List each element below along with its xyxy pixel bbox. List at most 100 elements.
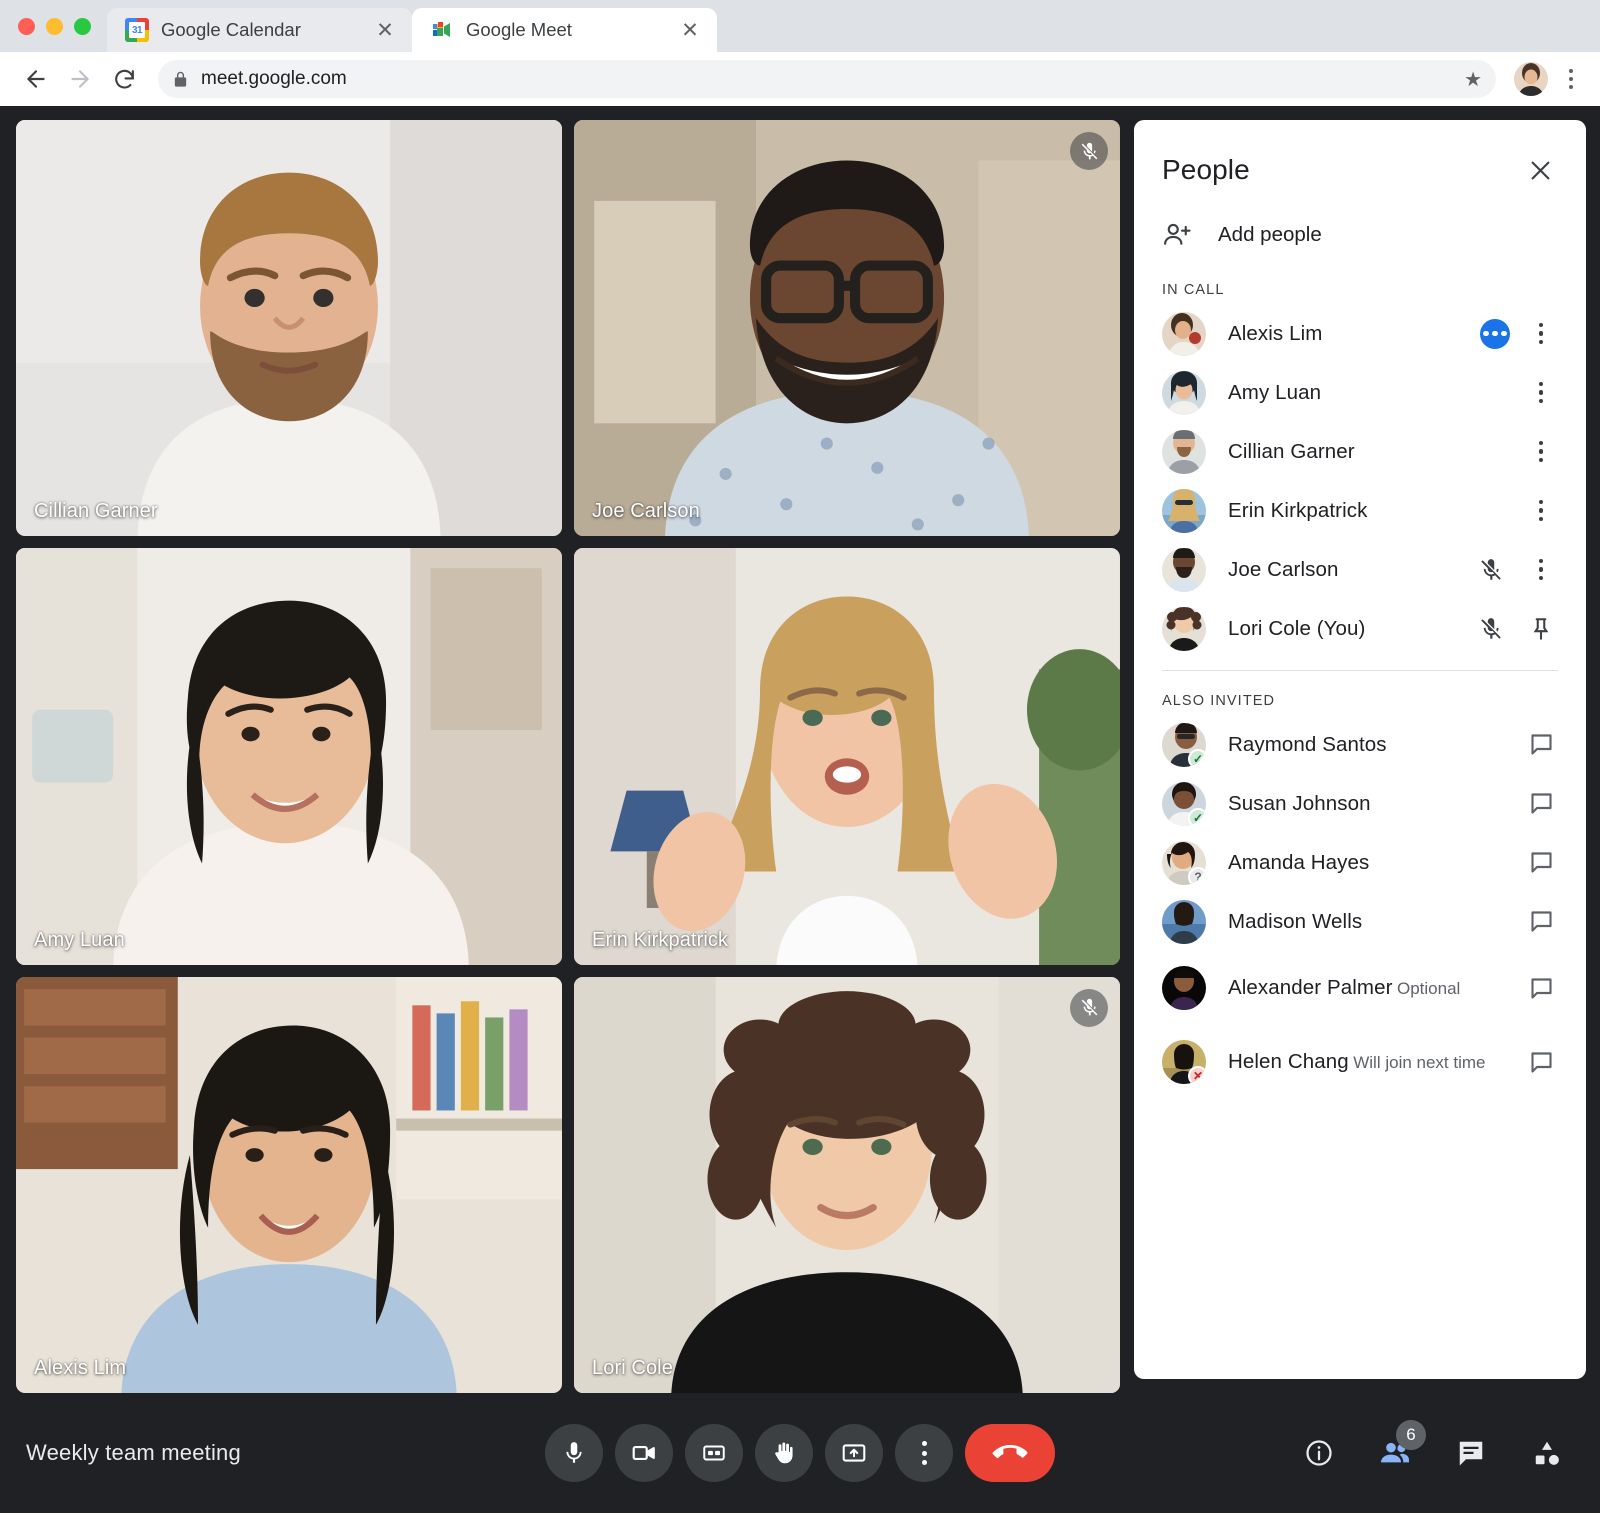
chat-bubble-icon[interactable] <box>1522 785 1560 823</box>
participant-name: Susan Johnson <box>1228 792 1371 815</box>
present-screen-button[interactable] <box>825 1424 883 1482</box>
row-actions <box>1522 433 1560 471</box>
tab-title: Google Meet <box>466 19 665 41</box>
participant-info: Erin Kirkpatrick <box>1228 499 1500 523</box>
list-item[interactable]: ✓ Raymond Santos <box>1150 715 1570 774</box>
participant-info: Susan Johnson <box>1228 792 1500 816</box>
participant-menu-icon[interactable] <box>1522 433 1560 471</box>
more-options-button[interactable] <box>895 1424 953 1482</box>
list-item[interactable]: Cillian Garner <box>1150 422 1570 481</box>
participant-info: Alexis Lim <box>1228 322 1458 346</box>
video-tile[interactable]: Cillian Garner <box>16 120 562 536</box>
row-actions <box>1522 903 1560 941</box>
video-tile[interactable]: Erin Kirkpatrick <box>574 548 1120 964</box>
list-item[interactable]: ✓ Susan Johnson <box>1150 774 1570 833</box>
avatar: ? <box>1162 841 1206 885</box>
rsvp-accepted-icon: ✓ <box>1188 808 1206 826</box>
participant-video <box>574 120 1120 536</box>
calendar-day-number: 31 <box>129 22 145 38</box>
row-actions <box>1472 551 1560 589</box>
participant-info: Alexander Palmer Optional <box>1228 976 1500 1000</box>
chat-button[interactable] <box>1450 1432 1492 1474</box>
window-traffic-lights <box>14 0 107 52</box>
video-tile[interactable]: Lori Cole <box>574 977 1120 1393</box>
minimize-window-button[interactable] <box>46 18 63 35</box>
forward-arrow-icon <box>58 57 102 101</box>
section-label-also-invited: ALSO INVITED <box>1134 671 1586 715</box>
maximize-window-button[interactable] <box>74 18 91 35</box>
bookmark-star-icon[interactable]: ★ <box>1464 67 1482 92</box>
row-actions <box>1522 726 1560 764</box>
microphone-button[interactable] <box>545 1424 603 1482</box>
list-item[interactable]: Alexis Lim <box>1150 304 1570 363</box>
muted-mic-icon <box>1472 610 1510 648</box>
list-item[interactable]: ? Amanda Hayes <box>1150 833 1570 892</box>
leave-call-button[interactable] <box>965 1424 1055 1482</box>
list-item[interactable]: Alexander Palmer Optional <box>1150 951 1570 1025</box>
participant-video <box>16 548 562 964</box>
browser-menu-icon[interactable] <box>1556 57 1586 101</box>
close-icon[interactable]: ✕ <box>372 17 398 43</box>
list-item[interactable]: Lori Cole (You) <box>1150 599 1570 658</box>
chat-bubble-icon[interactable] <box>1522 1043 1560 1081</box>
list-item[interactable]: Erin Kirkpatrick <box>1150 481 1570 540</box>
chat-bubble-icon[interactable] <box>1522 969 1560 1007</box>
captions-button[interactable] <box>685 1424 743 1482</box>
row-actions <box>1522 492 1560 530</box>
rsvp-maybe-icon: ? <box>1188 867 1206 885</box>
avatar <box>1162 900 1206 944</box>
video-tile[interactable]: Amy Luan <box>16 548 562 964</box>
video-tile[interactable]: Alexis Lim <box>16 977 562 1393</box>
list-item[interactable]: Amy Luan <box>1150 363 1570 422</box>
close-icon[interactable]: ✕ <box>677 17 703 43</box>
chat-bubble-icon[interactable] <box>1522 844 1560 882</box>
google-meet-icon <box>430 18 454 42</box>
rsvp-declined-icon: ✕ <box>1188 1066 1206 1084</box>
in-call-list: Alexis Lim Amy Luan <box>1134 304 1586 658</box>
add-people-button[interactable]: Add people <box>1134 198 1586 260</box>
raise-hand-button[interactable] <box>755 1424 813 1482</box>
participant-menu-icon[interactable] <box>1522 551 1560 589</box>
participant-name: Lori Cole (You) <box>1228 617 1365 640</box>
participant-count-badge: 6 <box>1396 1420 1426 1450</box>
participant-menu-icon[interactable] <box>1522 315 1560 353</box>
avatar <box>1162 548 1206 592</box>
participant-menu-icon[interactable] <box>1522 374 1560 412</box>
participant-info: Raymond Santos <box>1228 733 1500 757</box>
activities-button[interactable] <box>1526 1432 1568 1474</box>
close-window-button[interactable] <box>18 18 35 35</box>
pin-icon[interactable] <box>1522 610 1560 648</box>
video-tile[interactable]: Joe Carlson <box>574 120 1120 536</box>
also-invited-list: ✓ Raymond Santos ✓ <box>1134 715 1586 1099</box>
participant-video <box>574 548 1120 964</box>
list-item[interactable]: Joe Carlson <box>1150 540 1570 599</box>
avatar <box>1162 430 1206 474</box>
camera-button[interactable] <box>615 1424 673 1482</box>
participant-video <box>16 120 562 536</box>
chat-bubble-icon[interactable] <box>1522 726 1560 764</box>
participant-name: Amy Luan <box>1228 381 1321 404</box>
participant-name: Erin Kirkpatrick <box>1228 499 1367 522</box>
add-people-label: Add people <box>1218 223 1322 247</box>
participant-info: Lori Cole (You) <box>1228 617 1450 641</box>
speaking-indicator-icon <box>1480 319 1510 349</box>
meeting-right-icons: 6 <box>1298 1432 1574 1474</box>
chat-bubble-icon[interactable] <box>1522 903 1560 941</box>
back-arrow-icon[interactable] <box>14 57 58 101</box>
meeting-details-button[interactable] <box>1298 1432 1340 1474</box>
people-panel-header: People <box>1134 120 1586 198</box>
tile-name-label: Amy Luan <box>34 929 125 952</box>
rsvp-accepted-icon: ✓ <box>1188 749 1206 767</box>
tab-google-calendar[interactable]: 31 Google Calendar ✕ <box>107 8 412 52</box>
url-input[interactable]: meet.google.com ★ <box>158 60 1496 98</box>
close-icon[interactable] <box>1518 148 1562 192</box>
list-item[interactable]: Madison Wells <box>1150 892 1570 951</box>
profile-avatar[interactable] <box>1514 62 1548 96</box>
list-item[interactable]: ✕ Helen Chang Will join next time <box>1150 1025 1570 1099</box>
avatar <box>1162 489 1206 533</box>
participant-menu-icon[interactable] <box>1522 492 1560 530</box>
show-everyone-button[interactable]: 6 <box>1374 1432 1416 1474</box>
tab-google-meet[interactable]: Google Meet ✕ <box>412 8 717 52</box>
meeting-bottom-bar: Weekly team meeting <box>0 1393 1600 1513</box>
reload-icon[interactable] <box>102 57 146 101</box>
